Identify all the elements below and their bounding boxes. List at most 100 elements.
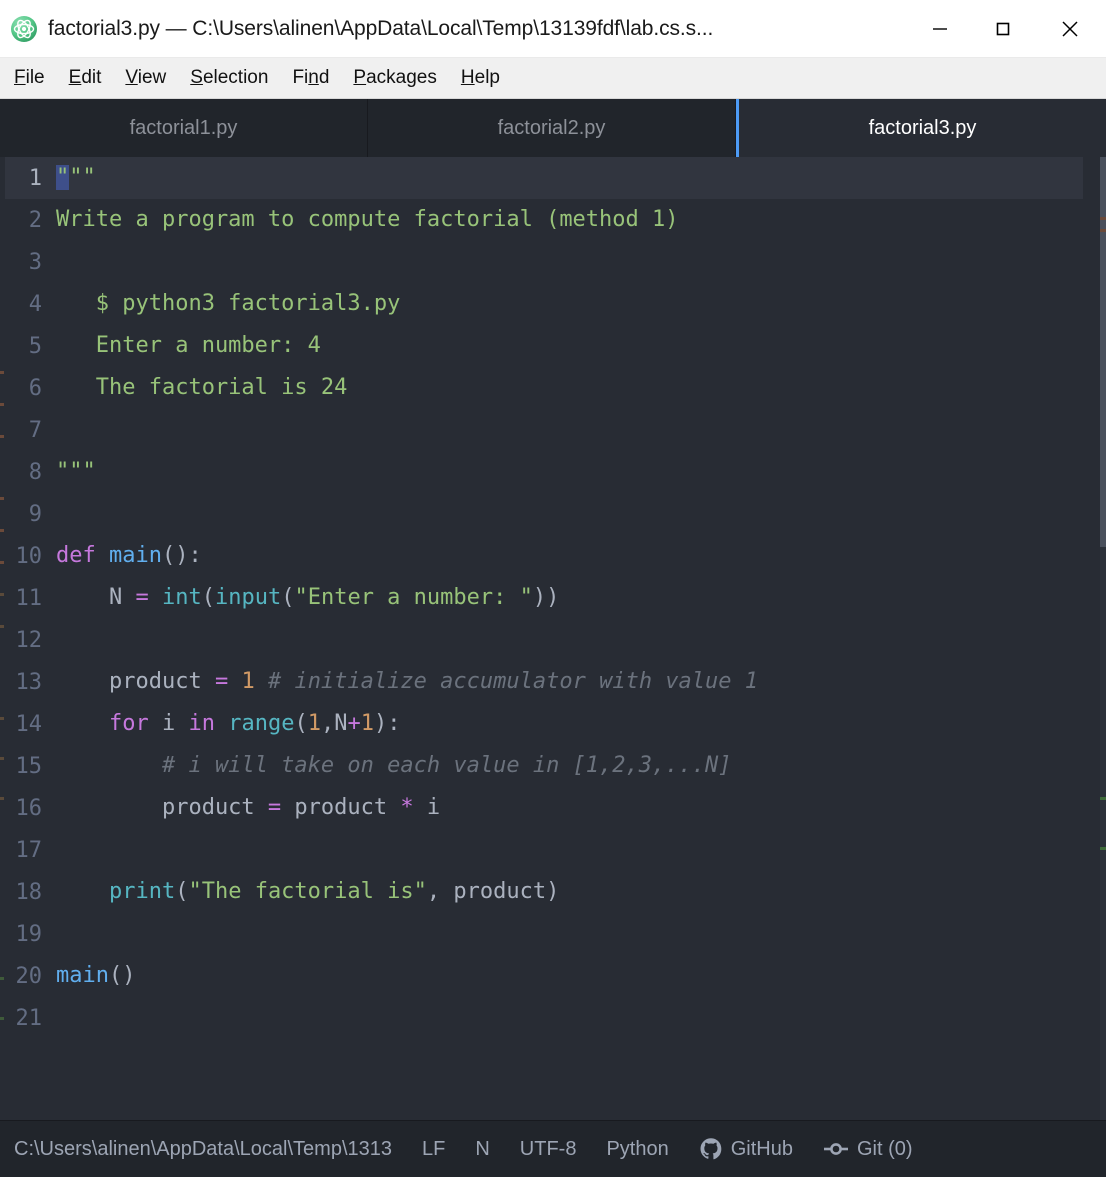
code-line-content[interactable]: """ (56, 451, 1106, 493)
code-token: N (56, 585, 136, 610)
code-token: 1 (360, 711, 374, 736)
code-row[interactable]: 21 (0, 997, 1106, 1039)
line-number: 15 (15, 753, 43, 779)
line-number: 14 (15, 711, 43, 737)
code-line-content[interactable]: Enter a number: 4 (56, 325, 1106, 367)
code-editor[interactable]: 1 """ 2 Write a program to compute factoria… (0, 157, 1106, 1120)
tab-factorial3-py[interactable]: factorial3.py (736, 99, 1106, 157)
code-token: ,N (320, 711, 348, 736)
scrollbar-thumb[interactable] (1100, 157, 1106, 547)
code-row[interactable]: 13 product = 1 # initialize accumulator … (0, 661, 1106, 703)
code-token: "Enter a number: " (294, 585, 533, 610)
code-line-content[interactable]: # i will take on each value in [1,2,3,..… (56, 745, 1106, 787)
status-line-ending[interactable]: LF (422, 1138, 445, 1161)
code-token: product (281, 795, 401, 820)
code-token: = (135, 585, 149, 610)
minimize-icon[interactable] (908, 0, 971, 58)
code-token: 1 (307, 711, 321, 736)
code-token: int (161, 585, 202, 610)
editor-tabbar: factorial1.py factorial2.py factorial3.py (0, 99, 1106, 157)
code-line-content[interactable]: def main(): (56, 535, 1106, 577)
scrollbar-marker (1100, 217, 1106, 220)
code-line-content[interactable]: main() (56, 955, 1106, 997)
code-row[interactable]: 12 (0, 619, 1106, 661)
github-octocat-icon (699, 1137, 723, 1161)
menu-item-file[interactable]: File (4, 67, 55, 89)
code-token: print (108, 879, 176, 904)
code-token: )) (532, 585, 560, 610)
code-token: input (214, 585, 282, 610)
code-line-content[interactable]: The factorial is 24 (56, 367, 1106, 409)
code-token: main (56, 963, 109, 988)
code-token: # i will take on each value in [1,2,3,..… (56, 753, 732, 778)
line-number: 10 (15, 543, 43, 569)
atom-editor-window: factorial3.py — C:\Users\alinen\AppData\… (0, 0, 1106, 1177)
tab-factorial1-py[interactable]: factorial1.py (0, 99, 368, 157)
code-token: = (267, 795, 282, 820)
code-token: for (108, 711, 149, 736)
status-git[interactable]: Git (0) (823, 1138, 913, 1161)
code-line-content[interactable]: Write a program to compute factorial (me… (56, 199, 1106, 241)
code-line-content[interactable]: N = int(input("Enter a number: ")) (56, 577, 1106, 619)
code-token: main (108, 543, 162, 568)
code-row[interactable]: 5 Enter a number: 4 (0, 325, 1106, 367)
code-row[interactable]: 11 N = int(input("Enter a number: ")) (0, 577, 1106, 619)
code-row[interactable]: 4 $ python3 factorial3.py (0, 283, 1106, 325)
code-row[interactable]: 10 def main(): (0, 535, 1106, 577)
code-line-content[interactable]: print("The factorial is", product) (56, 871, 1106, 913)
code-token: in (188, 711, 215, 736)
line-number: 12 (15, 627, 43, 653)
code-row[interactable]: 17 (0, 829, 1106, 871)
menu-item-packages[interactable]: Packages (343, 67, 446, 89)
menu-item-find[interactable]: Find (282, 67, 339, 89)
status-file-path[interactable]: C:\Users\alinen\AppData\Local\Temp\1313 (14, 1138, 392, 1161)
code-row[interactable]: 15 # i will take on each value in [1,2,3… (0, 745, 1106, 787)
code-line-content[interactable]: for i in range(1,N+1): (56, 703, 1106, 745)
menu-item-help[interactable]: Help (451, 67, 510, 89)
menu-item-selection[interactable]: Selection (180, 67, 278, 89)
code-line-content[interactable]: """ (56, 157, 1106, 199)
line-number: 17 (15, 837, 43, 863)
menu-item-view[interactable]: View (115, 67, 176, 89)
code-row[interactable]: 9 (0, 493, 1106, 535)
code-row[interactable]: 7 (0, 409, 1106, 451)
code-token: ( (201, 585, 215, 610)
status-encoding-flag[interactable]: N (475, 1138, 489, 1161)
code-line-content[interactable]: product = product * i (56, 787, 1106, 829)
text-selection: " (56, 165, 70, 190)
status-git-label: Git (0) (856, 1137, 913, 1160)
close-icon[interactable] (1034, 0, 1106, 58)
code-row[interactable]: 1 """ (0, 157, 1106, 199)
tab-factorial2-py[interactable]: factorial2.py (368, 99, 736, 157)
code-row[interactable]: 2 Write a program to compute factorial (m… (0, 199, 1106, 241)
code-row[interactable]: 19 (0, 913, 1106, 955)
code-row[interactable]: 14 for i in range(1,N+1): (0, 703, 1106, 745)
status-github[interactable]: GitHub (699, 1137, 793, 1161)
status-grammar[interactable]: Python (606, 1138, 668, 1161)
editor-scrollbar[interactable] (1100, 157, 1106, 1120)
maximize-icon[interactable] (971, 0, 1034, 58)
code-token: product (56, 795, 268, 820)
code-row[interactable]: 20 main() (0, 955, 1106, 997)
code-token: Write a program to compute factorial (me… (56, 207, 679, 232)
line-number: 19 (15, 921, 43, 947)
code-token: * (400, 795, 414, 820)
code-token: (): (161, 543, 202, 568)
code-row[interactable]: 16 product = product * i (0, 787, 1106, 829)
code-row[interactable]: 8 """ (0, 451, 1106, 493)
code-row[interactable]: 6 The factorial is 24 (0, 367, 1106, 409)
window-titlebar: factorial3.py — C:\Users\alinen\AppData\… (0, 0, 1106, 58)
code-line-content[interactable]: product = 1 # initialize accumulator wit… (56, 661, 1106, 703)
code-lines[interactable]: 1 """ 2 Write a program to compute factoria… (0, 157, 1106, 1039)
menu-item-edit[interactable]: Edit (59, 67, 112, 89)
status-encoding[interactable]: UTF-8 (520, 1138, 577, 1161)
line-number: 7 (28, 417, 42, 443)
code-row[interactable]: 3 (0, 241, 1106, 283)
menubar: File Edit View Selection Find Packages Help (0, 58, 1106, 99)
code-row[interactable]: 18 print("The factorial is", product) (0, 871, 1106, 913)
line-number: 8 (28, 459, 42, 485)
status-github-label: GitHub (730, 1137, 793, 1160)
code-line-content[interactable]: $ python3 factorial3.py (56, 283, 1106, 325)
code-token: ( (294, 711, 308, 736)
